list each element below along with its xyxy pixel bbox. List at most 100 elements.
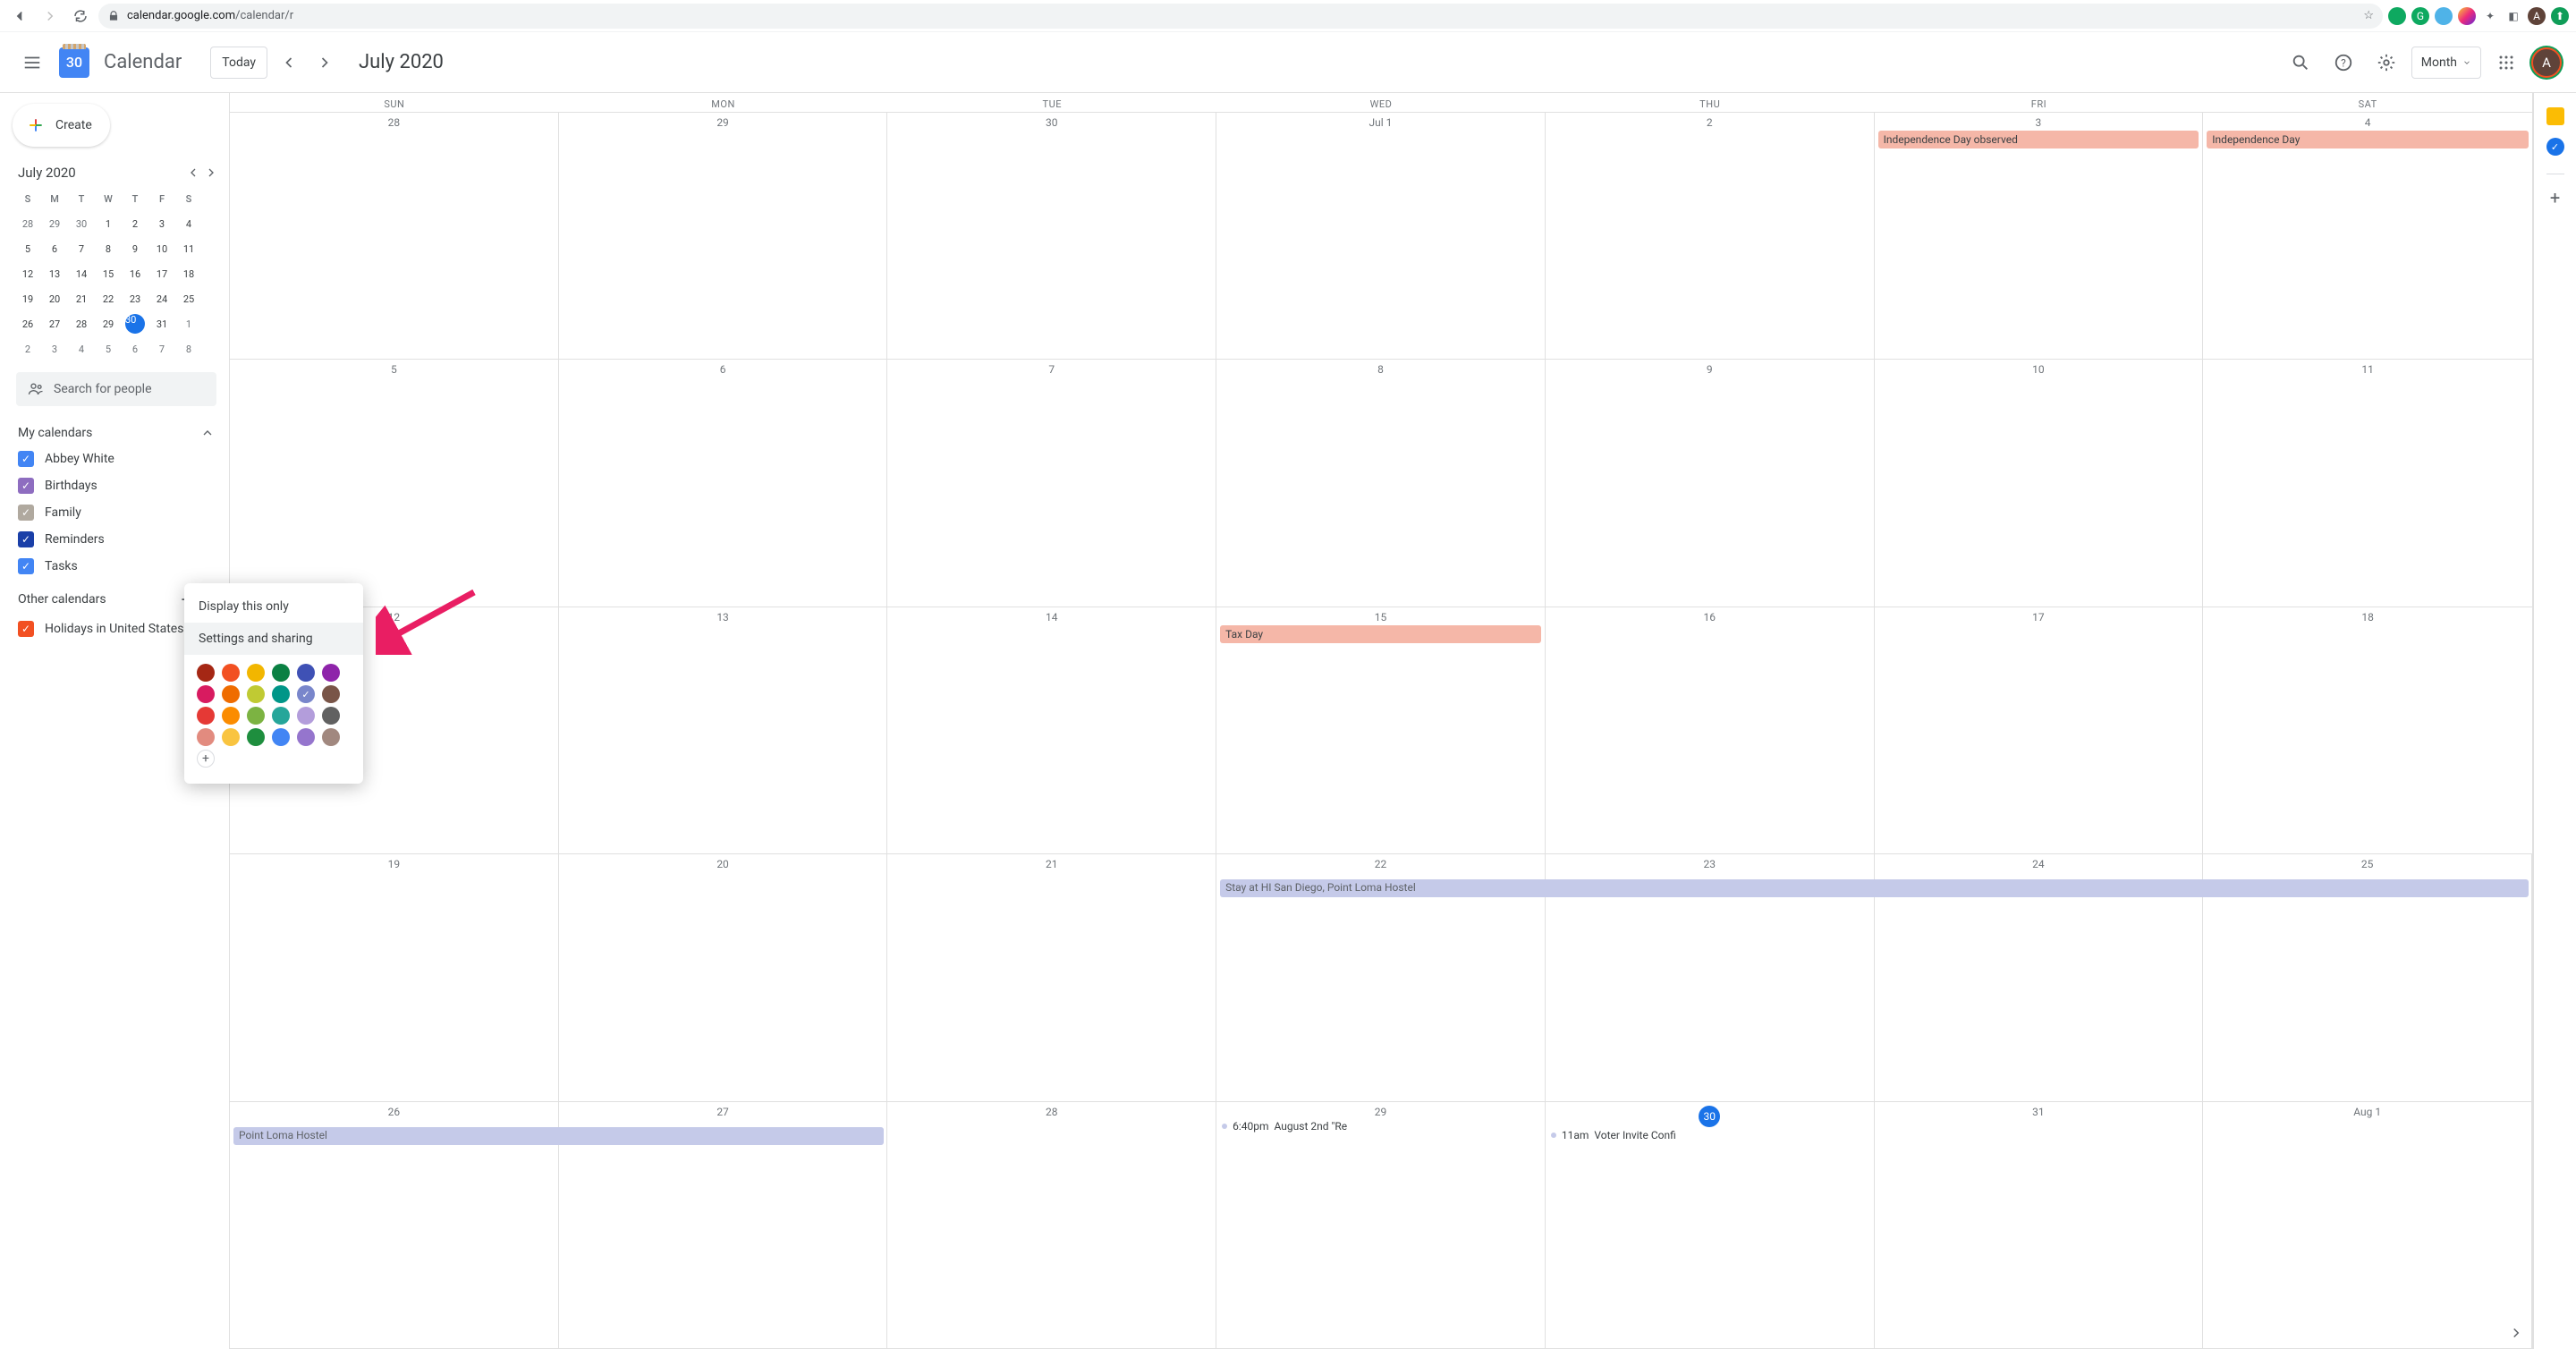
color-swatch[interactable] [322,664,340,682]
color-swatch[interactable] [272,707,290,725]
day-cell[interactable]: 18 [2203,607,2532,853]
mini-day[interactable]: 19 [14,286,41,311]
mini-day[interactable]: 22 [95,286,122,311]
extension-icon-2[interactable]: G [2411,7,2429,25]
mini-day[interactable]: 15 [95,261,122,286]
event-chip[interactable]: Independence Day [2207,131,2529,148]
mini-day[interactable]: 9 [122,236,148,261]
color-swatch[interactable] [272,728,290,746]
day-cell[interactable]: 16 [1546,607,1875,853]
settings-sharing-item[interactable]: Settings and sharing [184,623,363,655]
color-swatch[interactable] [322,728,340,746]
mini-day[interactable]: 20 [41,286,68,311]
color-swatch[interactable] [197,664,215,682]
day-cell[interactable]: 7 [887,360,1216,606]
expand-arrow-button[interactable] [2505,1322,2527,1344]
search-people-input[interactable]: Search for people [16,372,216,406]
profile-avatar[interactable]: A [2528,7,2546,25]
color-swatch[interactable] [297,664,315,682]
mini-day[interactable]: 4 [68,336,95,361]
address-bar[interactable]: calendar.google.com/calendar/r ☆ [98,4,2383,29]
mini-calendar-grid[interactable]: SMTWTFS282930123456789101112131415161718… [14,186,229,361]
multi-day-event[interactable]: Point Loma Hostel [233,1127,884,1145]
mini-day[interactable]: 26 [14,311,41,336]
day-cell[interactable]: 29 [559,113,888,359]
mini-day[interactable]: 24 [148,286,175,311]
mini-day[interactable]: 4 [175,211,202,236]
mini-prev-button[interactable] [186,165,200,180]
mini-day[interactable]: 2 [14,336,41,361]
day-cell[interactable]: 20 [559,854,888,1100]
google-apps-button[interactable] [2488,45,2524,81]
day-cell[interactable]: 10 [1875,360,2204,606]
day-cell[interactable]: 6 [559,360,888,606]
back-button[interactable] [7,4,32,29]
color-swatch[interactable] [247,685,265,703]
day-cell[interactable]: 28 [230,113,559,359]
calendar-item[interactable]: ✓Reminders [11,526,229,553]
day-cell[interactable]: 8 [1216,360,1546,606]
forward-button[interactable] [38,4,63,29]
mini-day[interactable]: 12 [14,261,41,286]
event-chip[interactable]: Tax Day [1220,625,1541,643]
mini-day[interactable]: 7 [68,236,95,261]
mini-day[interactable]: 11 [175,236,202,261]
timed-event[interactable]: 11amVoter Invite Confi [1551,1129,1868,1141]
day-cell[interactable]: 21 [887,854,1216,1100]
calendar-item[interactable]: ✓Birthdays [11,472,229,499]
calendar-item[interactable]: ✓Family [11,499,229,526]
day-cell[interactable]: 14 [887,607,1216,853]
day-cell[interactable]: 15Tax Day [1216,607,1546,853]
mini-day[interactable]: 29 [41,211,68,236]
star-icon[interactable]: ☆ [2363,9,2374,22]
color-swatch[interactable] [272,685,290,703]
multi-day-event[interactable]: Stay at HI San Diego, Point Loma Hostel [1220,879,2529,897]
color-swatch[interactable] [197,707,215,725]
day-cell[interactable]: 31 [1875,1102,2204,1348]
color-swatch[interactable] [247,707,265,725]
mini-day[interactable]: 3 [148,211,175,236]
mini-day[interactable]: 14 [68,261,95,286]
create-button[interactable]: Create [13,104,110,147]
calendar-checkbox[interactable]: ✓ [18,451,34,467]
day-cell[interactable]: 3011amVoter Invite Confi [1546,1102,1875,1348]
mini-day[interactable]: 10 [148,236,175,261]
mini-day[interactable]: 5 [14,236,41,261]
mini-day[interactable]: 27 [41,311,68,336]
event-chip[interactable]: Independence Day observed [1878,131,2199,148]
prev-period-button[interactable] [275,48,303,77]
keep-icon[interactable] [2546,107,2564,125]
day-cell[interactable]: 3Independence Day observed [1875,113,2204,359]
color-swatch[interactable] [197,728,215,746]
add-addon-button[interactable]: + [2550,187,2560,208]
day-cell[interactable]: 2 [1546,113,1875,359]
mini-day[interactable]: 5 [95,336,122,361]
color-swatch[interactable] [322,707,340,725]
color-swatch[interactable] [247,664,265,682]
search-button[interactable] [2283,45,2318,81]
today-button[interactable]: Today [210,47,267,79]
color-swatch[interactable] [297,707,315,725]
extension-icon-3[interactable] [2435,7,2453,25]
color-swatch[interactable] [197,685,215,703]
add-color-button[interactable]: + [197,750,215,768]
mini-next-button[interactable] [204,165,218,180]
update-icon[interactable]: ⬆ [2551,7,2569,25]
mini-day[interactable]: 31 [148,311,175,336]
view-select[interactable]: Month [2411,47,2481,79]
day-cell[interactable]: Jul 1 [1216,113,1546,359]
calendar-checkbox[interactable]: ✓ [18,558,34,574]
mini-day[interactable]: 6 [41,236,68,261]
day-cell[interactable]: 30 [887,113,1216,359]
cast-icon[interactable]: ◧ [2504,7,2522,25]
calendar-checkbox[interactable]: ✓ [18,621,34,637]
mini-day[interactable]: 1 [95,211,122,236]
calendar-checkbox[interactable]: ✓ [18,505,34,521]
color-swatch[interactable] [247,728,265,746]
mini-day[interactable]: 3 [41,336,68,361]
color-swatch[interactable]: ✓ [297,685,315,703]
mini-day[interactable]: 6 [122,336,148,361]
mini-day[interactable]: 18 [175,261,202,286]
color-swatch[interactable] [322,685,340,703]
reload-button[interactable] [68,4,93,29]
